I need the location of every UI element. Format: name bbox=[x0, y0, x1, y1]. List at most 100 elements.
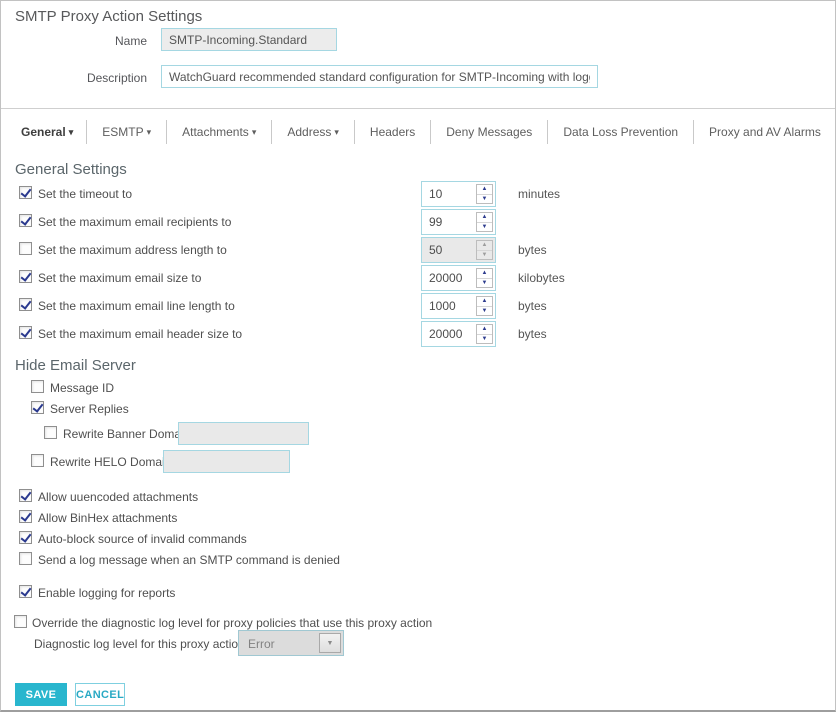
override-log-level-label: Override the diagnostic log level for pr… bbox=[32, 616, 432, 630]
override-log-level-checkbox[interactable] bbox=[14, 615, 27, 628]
server-replies-label: Server Replies bbox=[50, 402, 129, 416]
max-recipients-label: Set the maximum email recipients to bbox=[38, 215, 231, 229]
spinner-down-icon[interactable]: ▼ bbox=[477, 279, 492, 288]
max-email-size-checkbox[interactable] bbox=[19, 270, 32, 283]
chevron-down-icon: ▾ bbox=[252, 127, 257, 137]
diagnostic-level-label: Diagnostic log level for this proxy acti… bbox=[34, 637, 245, 651]
tab-data-loss-prevention[interactable]: Data Loss Prevention bbox=[548, 120, 694, 144]
smtp-proxy-action-settings-panel: SMTP Proxy Action Settings Name Descript… bbox=[0, 0, 836, 712]
allow-uuencoded-checkbox[interactable] bbox=[19, 489, 32, 502]
spinner-up-icon[interactable]: ▲ bbox=[477, 213, 492, 223]
max-header-size-input[interactable] bbox=[422, 322, 472, 346]
max-line-length-input[interactable] bbox=[422, 294, 472, 318]
timeout-input[interactable] bbox=[422, 182, 472, 206]
spinner: ▲ ▼ bbox=[476, 212, 493, 232]
spinner-up-icon[interactable]: ▲ bbox=[477, 269, 492, 279]
max-line-length-checkbox[interactable] bbox=[19, 298, 32, 311]
max-email-size-input-group: ▲ ▼ bbox=[421, 265, 496, 291]
allow-binhex-checkbox[interactable] bbox=[19, 510, 32, 523]
max-recipients-input-group: ▲ ▼ bbox=[421, 209, 496, 235]
timeout-label: Set the timeout to bbox=[38, 187, 132, 201]
max-recipients-checkbox[interactable] bbox=[19, 214, 32, 227]
spinner-down-icon[interactable]: ▼ bbox=[477, 223, 492, 232]
enable-logging-checkbox[interactable] bbox=[19, 585, 32, 598]
auto-block-checkbox[interactable] bbox=[19, 531, 32, 544]
timeout-unit: minutes bbox=[518, 187, 560, 201]
description-label: Description bbox=[1, 71, 147, 85]
rewrite-helo-label: Rewrite HELO Domain bbox=[50, 455, 171, 469]
tab-attachments[interactable]: Attachments▾ bbox=[167, 120, 272, 144]
message-id-checkbox[interactable] bbox=[31, 380, 44, 393]
tab-esmtp[interactable]: ESMTP▾ bbox=[87, 120, 167, 144]
send-log-label: Send a log message when an SMTP command … bbox=[38, 553, 340, 567]
message-id-label: Message ID bbox=[50, 381, 114, 395]
max-address-length-unit: bytes bbox=[518, 243, 547, 257]
spinner-up-icon[interactable]: ▲ bbox=[477, 297, 492, 307]
tab-general[interactable]: General▾ bbox=[8, 120, 87, 144]
page-title: SMTP Proxy Action Settings bbox=[15, 8, 202, 25]
spinner: ▲ ▼ bbox=[476, 240, 493, 260]
description-input[interactable] bbox=[161, 65, 598, 88]
allow-binhex-label: Allow BinHex attachments bbox=[38, 511, 177, 525]
max-header-size-checkbox[interactable] bbox=[19, 326, 32, 339]
setting-row-max-line-length: Set the maximum email line length to ▲ ▼… bbox=[1, 293, 835, 319]
rewrite-helo-input[interactable] bbox=[163, 450, 290, 473]
dropdown-arrow-button[interactable]: ▼ bbox=[319, 633, 341, 653]
spinner-up-icon[interactable]: ▲ bbox=[477, 241, 492, 251]
proxy-tabs: General▾ ESMTP▾ Attachments▾ Address▾ He… bbox=[1, 108, 835, 154]
tab-headers[interactable]: Headers bbox=[355, 120, 431, 144]
rewrite-banner-row: Rewrite Banner Domain bbox=[1, 421, 835, 447]
auto-block-label: Auto-block source of invalid commands bbox=[38, 532, 247, 546]
max-line-length-label: Set the maximum email line length to bbox=[38, 299, 235, 313]
name-label: Name bbox=[1, 34, 147, 48]
setting-row-max-header-size: Set the maximum email header size to ▲ ▼… bbox=[1, 321, 835, 347]
spinner-down-icon[interactable]: ▼ bbox=[477, 307, 492, 316]
max-email-size-input[interactable] bbox=[422, 266, 472, 290]
max-line-length-unit: bytes bbox=[518, 299, 547, 313]
spinner-down-icon[interactable]: ▼ bbox=[477, 251, 492, 260]
server-replies-checkbox[interactable] bbox=[31, 401, 44, 414]
setting-row-max-recipients: Set the maximum email recipients to ▲ ▼ bbox=[1, 209, 835, 235]
max-header-size-label: Set the maximum email header size to bbox=[38, 327, 242, 341]
max-address-length-input-group: ▲ ▼ bbox=[421, 237, 496, 263]
tab-deny-messages[interactable]: Deny Messages bbox=[431, 120, 548, 144]
tab-proxy-av-alarms[interactable]: Proxy and AV Alarms bbox=[694, 120, 836, 144]
dropdown-arrow-icon: ▼ bbox=[327, 640, 334, 647]
rewrite-banner-checkbox[interactable] bbox=[44, 426, 57, 439]
name-input[interactable] bbox=[161, 28, 337, 51]
tab-address[interactable]: Address▾ bbox=[272, 120, 355, 144]
max-email-size-unit: kilobytes bbox=[518, 271, 565, 285]
spinner-down-icon[interactable]: ▼ bbox=[477, 335, 492, 344]
setting-row-timeout: Set the timeout to ▲ ▼ minutes bbox=[1, 181, 835, 207]
max-line-length-input-group: ▲ ▼ bbox=[421, 293, 496, 319]
spinner: ▲ ▼ bbox=[476, 324, 493, 344]
spinner-down-icon[interactable]: ▼ bbox=[477, 195, 492, 204]
allow-uuencoded-label: Allow uuencoded attachments bbox=[38, 490, 198, 504]
allow-uuencoded-row: Allow uuencoded attachments bbox=[1, 487, 835, 508]
max-address-length-label: Set the maximum address length to bbox=[38, 243, 227, 257]
override-log-level-row: Override the diagnostic log level for pr… bbox=[1, 613, 835, 634]
cancel-button[interactable]: CANCEL bbox=[75, 683, 125, 706]
message-id-row: Message ID bbox=[1, 378, 835, 399]
diagnostic-level-select[interactable]: Error ▼ bbox=[238, 630, 344, 656]
max-recipients-input[interactable] bbox=[422, 210, 472, 234]
spinner-up-icon[interactable]: ▲ bbox=[477, 185, 492, 195]
chevron-down-icon: ▾ bbox=[147, 127, 152, 137]
send-log-row: Send a log message when an SMTP command … bbox=[1, 550, 835, 571]
rewrite-helo-checkbox[interactable] bbox=[31, 454, 44, 467]
rewrite-banner-input[interactable] bbox=[178, 422, 309, 445]
allow-binhex-row: Allow BinHex attachments bbox=[1, 508, 835, 529]
spinner-up-icon[interactable]: ▲ bbox=[477, 325, 492, 335]
max-address-length-input[interactable] bbox=[422, 238, 472, 262]
rewrite-helo-row: Rewrite HELO Domain bbox=[1, 449, 835, 475]
enable-logging-row: Enable logging for reports bbox=[1, 583, 835, 604]
send-log-checkbox[interactable] bbox=[19, 552, 32, 565]
max-address-length-checkbox[interactable] bbox=[19, 242, 32, 255]
timeout-checkbox[interactable] bbox=[19, 186, 32, 199]
max-header-size-input-group: ▲ ▼ bbox=[421, 321, 496, 347]
chevron-down-icon: ▾ bbox=[334, 127, 339, 137]
save-button[interactable]: SAVE bbox=[15, 683, 67, 706]
enable-logging-label: Enable logging for reports bbox=[38, 586, 175, 600]
hide-email-server-heading: Hide Email Server bbox=[15, 357, 136, 374]
setting-row-max-email-size: Set the maximum email size to ▲ ▼ kiloby… bbox=[1, 265, 835, 291]
